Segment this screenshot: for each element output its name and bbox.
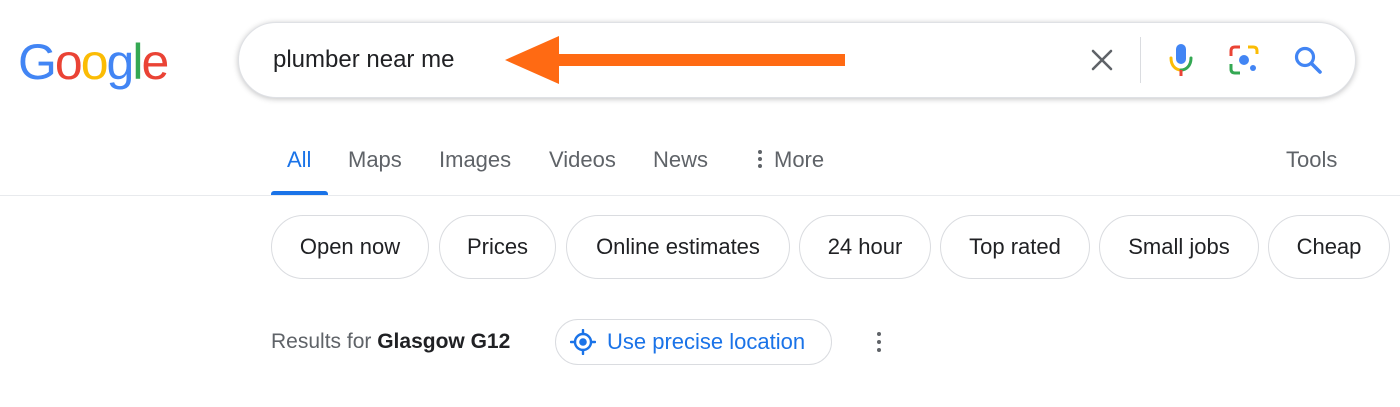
- logo-letter: l: [132, 34, 143, 90]
- active-tab-indicator: [271, 191, 328, 195]
- search-box[interactable]: plumber near me: [238, 22, 1356, 98]
- logo-letter: g: [106, 34, 135, 90]
- search-divider: [1140, 37, 1141, 83]
- more-vert-icon: [758, 147, 762, 171]
- chip-open-now[interactable]: Open now: [271, 215, 429, 279]
- chip-small-jobs[interactable]: Small jobs: [1099, 215, 1259, 279]
- chip-prices[interactable]: Prices: [439, 215, 556, 279]
- my-location-icon: [570, 329, 596, 355]
- precise-location-label: Use precise location: [607, 329, 806, 354]
- tab-videos[interactable]: Videos: [549, 130, 616, 196]
- logo-letter: G: [18, 34, 57, 90]
- more-options-icon[interactable]: [868, 326, 890, 358]
- tab-images[interactable]: Images: [439, 130, 511, 196]
- close-icon[interactable]: [1082, 40, 1122, 80]
- tab-maps[interactable]: Maps: [348, 130, 402, 196]
- logo-letter: o: [80, 34, 109, 90]
- use-precise-location-button[interactable]: Use precise location: [555, 319, 832, 365]
- tools-button[interactable]: Tools: [1286, 130, 1337, 196]
- tab-more-label: More: [774, 147, 825, 172]
- camera-lens-icon[interactable]: [1224, 40, 1264, 80]
- chip-online-estimates[interactable]: Online estimates: [566, 215, 790, 279]
- chip-top-rated[interactable]: Top rated: [940, 215, 1090, 279]
- logo-letter: o: [54, 34, 83, 90]
- tab-more[interactable]: More: [758, 130, 824, 196]
- google-logo[interactable]: G o o g l e: [18, 34, 169, 90]
- mic-icon[interactable]: [1161, 40, 1201, 80]
- results-location-text: Results for Glasgow G12: [271, 326, 510, 358]
- search-icon[interactable]: [1288, 40, 1328, 80]
- tab-news[interactable]: News: [653, 130, 708, 196]
- logo-letter: e: [141, 34, 169, 90]
- location-name: Glasgow G12: [377, 330, 511, 353]
- chip-cheap[interactable]: Cheap: [1268, 215, 1390, 279]
- annotation-arrow: [505, 36, 845, 84]
- search-input[interactable]: plumber near me: [273, 23, 454, 97]
- search-tabs: All Maps Images Videos News More Tools: [0, 130, 1400, 196]
- chip-24-hour[interactable]: 24 hour: [799, 215, 931, 279]
- tab-all[interactable]: All: [287, 130, 311, 196]
- results-prefix: Results for: [271, 330, 372, 353]
